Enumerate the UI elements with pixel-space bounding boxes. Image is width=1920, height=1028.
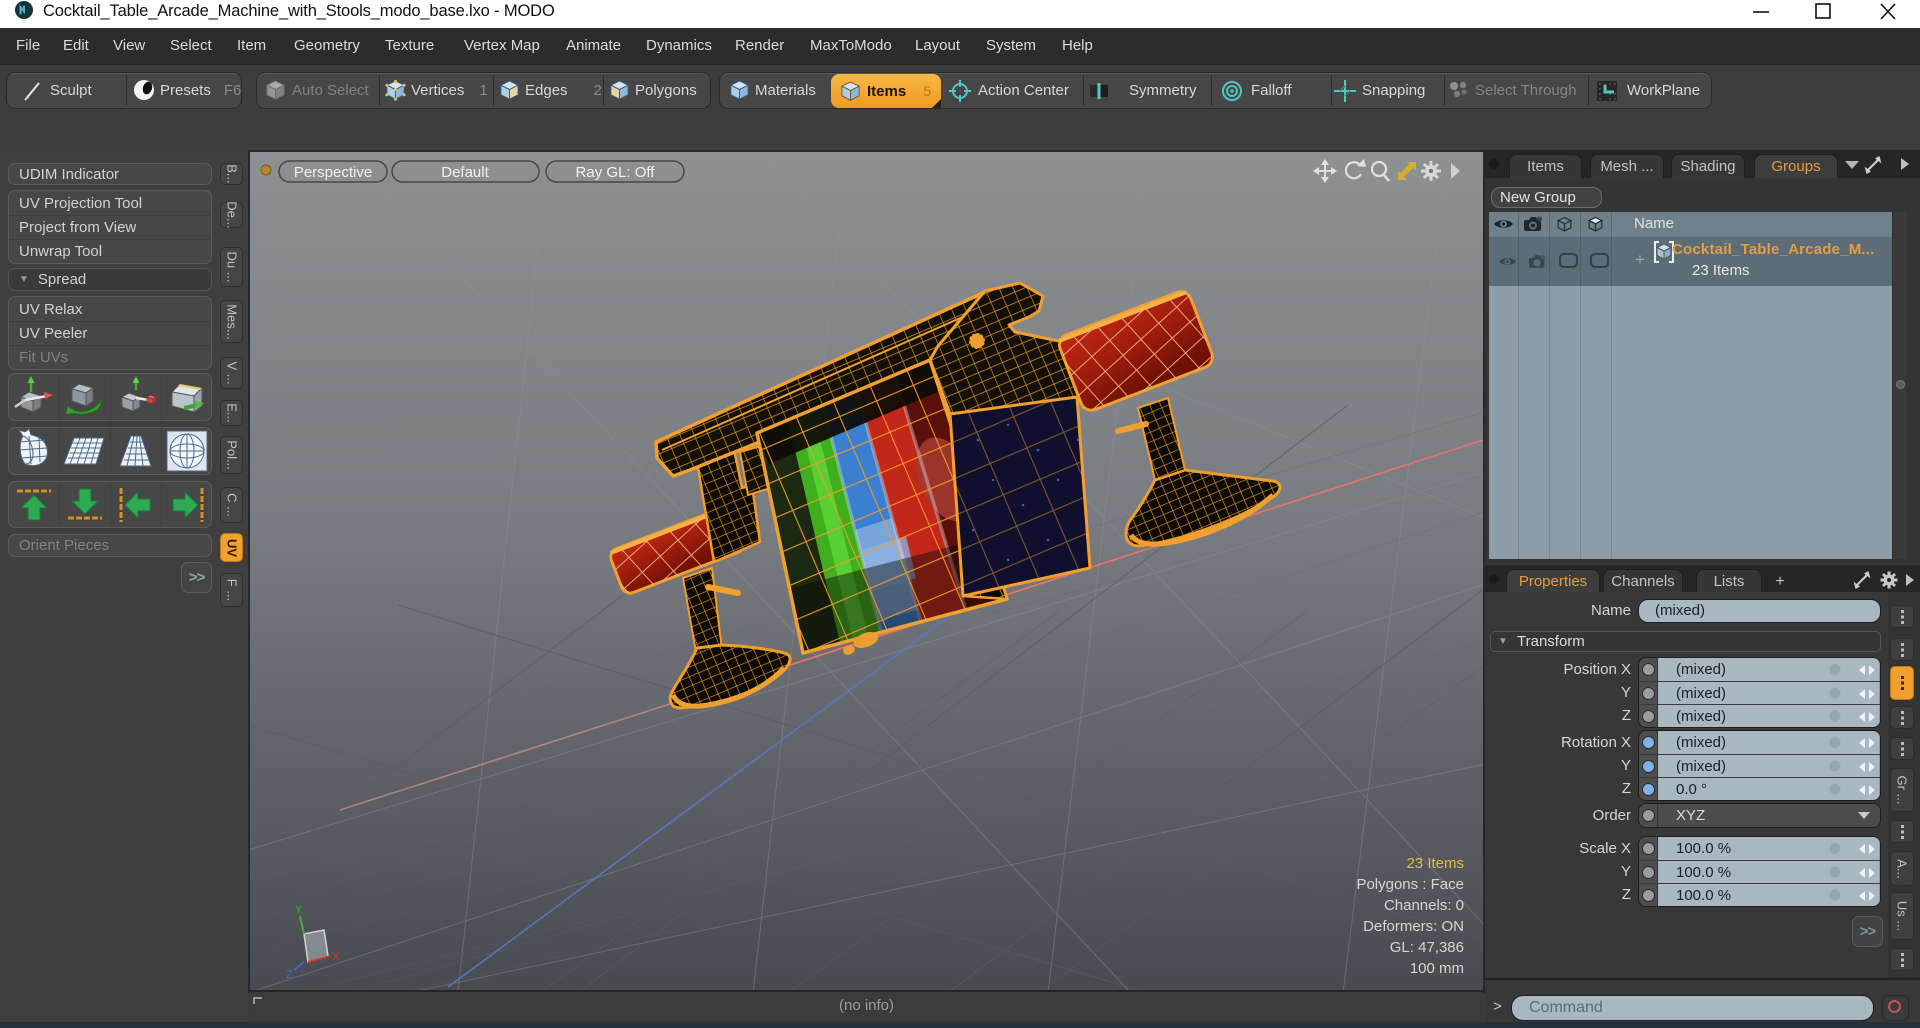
svg-text:23 Items: 23 Items (1406, 855, 1464, 872)
svg-text:Y: Y (295, 904, 303, 916)
svg-text:Ray GL: Off: Ray GL: Off (576, 164, 656, 181)
svg-text:Default: Default (441, 164, 489, 181)
svg-text:Perspective: Perspective (294, 164, 372, 181)
svg-text:Z: Z (286, 969, 293, 981)
svg-text:Deformers: ON: Deformers: ON (1363, 918, 1464, 935)
svg-text:X: X (332, 951, 340, 963)
svg-text:Channels: 0: Channels: 0 (1384, 897, 1464, 914)
svg-text:Polygons : Face: Polygons : Face (1356, 876, 1464, 893)
svg-text:100 mm: 100 mm (1410, 960, 1464, 977)
svg-text:GL: 47,386: GL: 47,386 (1390, 939, 1464, 956)
